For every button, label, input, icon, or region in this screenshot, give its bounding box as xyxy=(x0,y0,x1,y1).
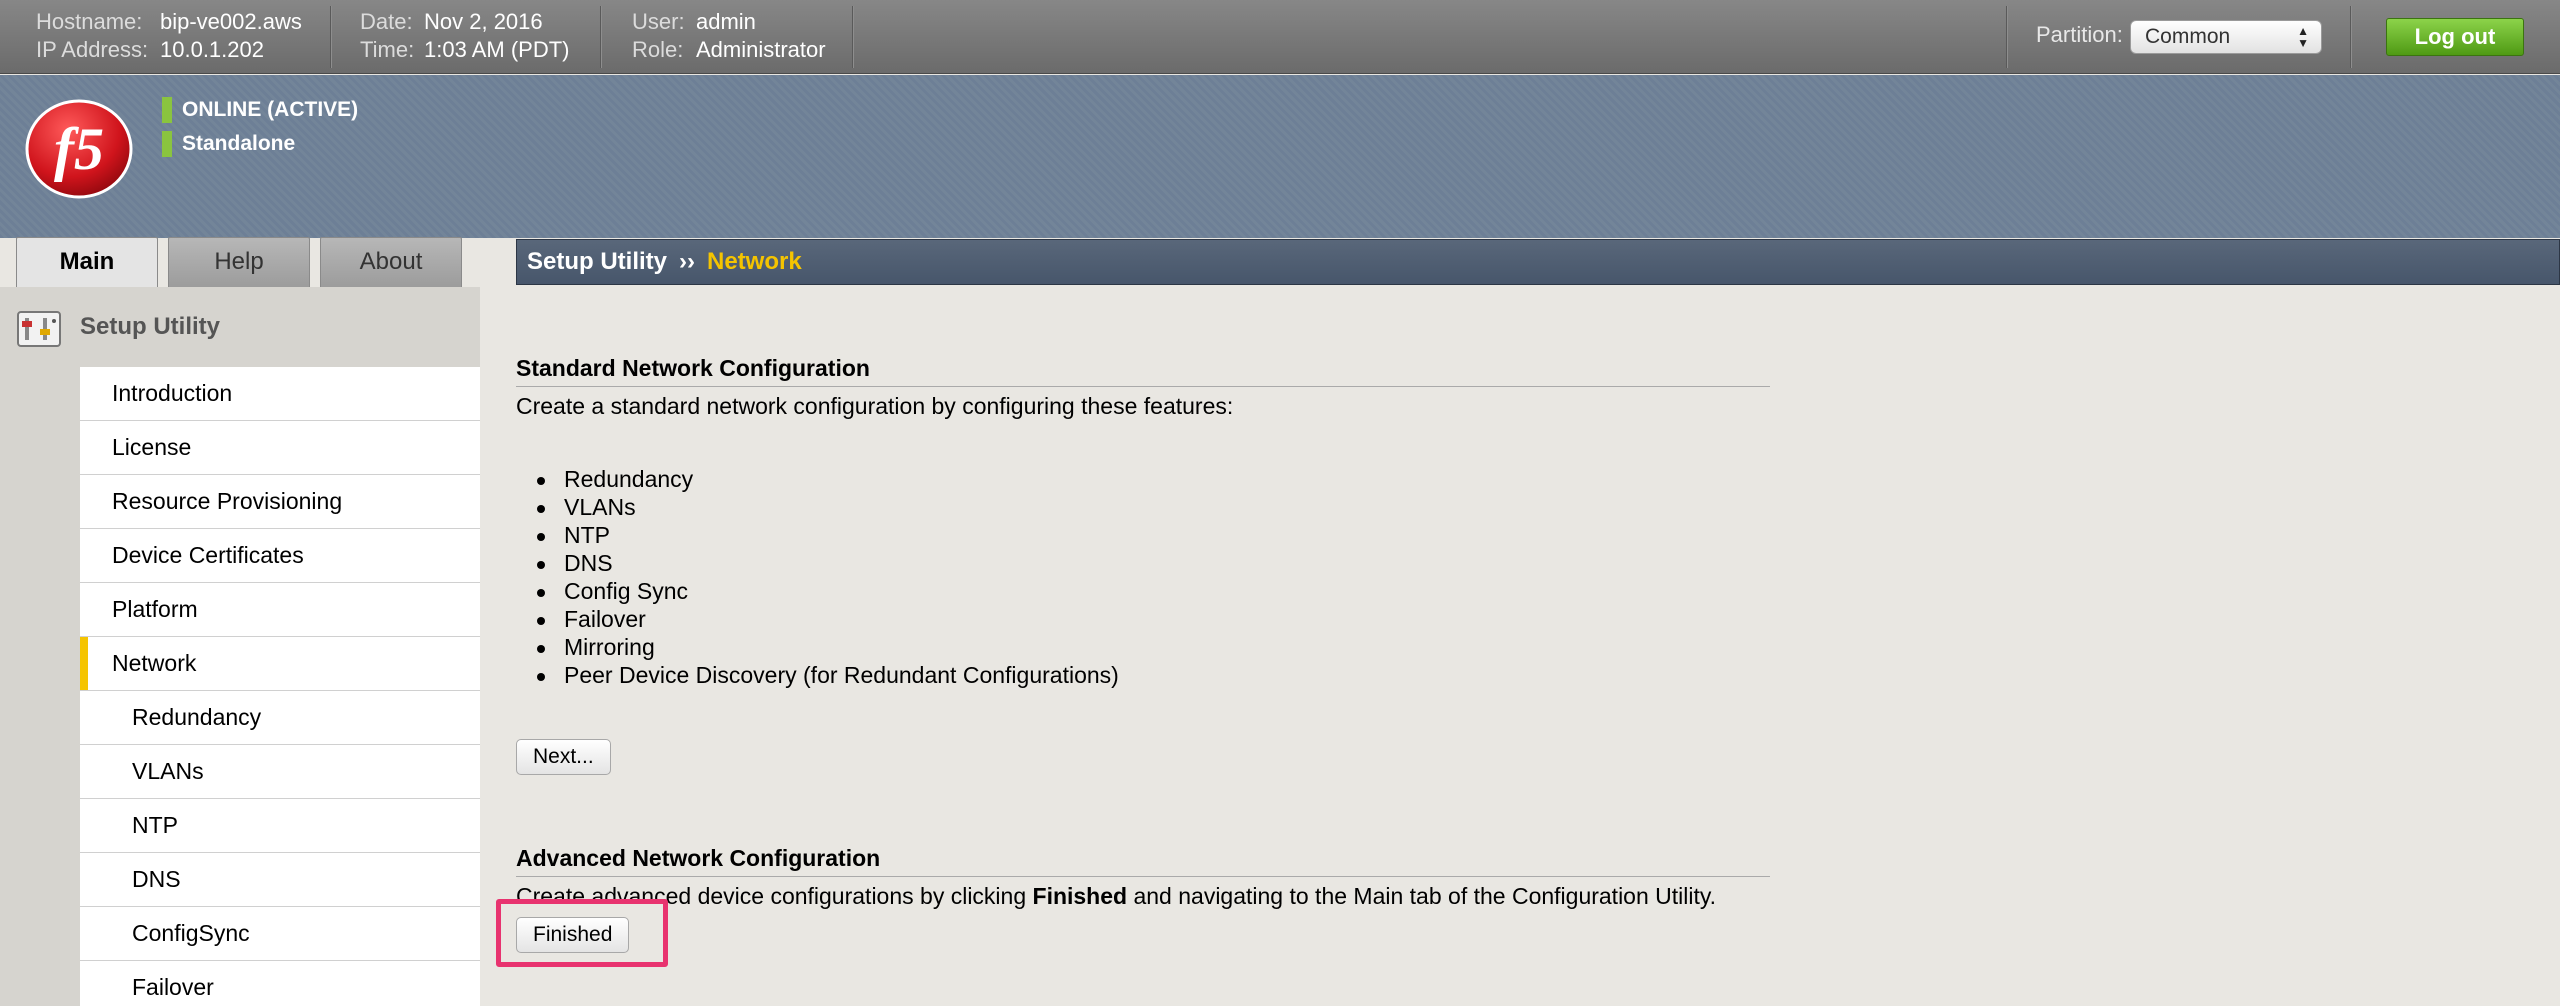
device-mode: Standalone xyxy=(162,131,295,157)
divider xyxy=(600,6,602,68)
list-item: Mirroring xyxy=(537,633,1119,661)
partition-label: Partition: xyxy=(2036,22,2123,47)
role-value: Administrator xyxy=(696,37,826,62)
list-item: Failover xyxy=(537,605,1119,633)
device-status: ONLINE (ACTIVE) xyxy=(162,97,358,123)
list-item: Redundancy xyxy=(537,465,1119,493)
divider xyxy=(2350,6,2352,68)
host-info: Hostname: bip-ve002.aws IP Address: 10.0.1… xyxy=(36,8,302,64)
sidebar-item-introduction[interactable]: Introduction xyxy=(80,367,480,421)
divider xyxy=(2006,6,2008,68)
sidebar-item-dns[interactable]: DNS xyxy=(80,853,480,907)
ip-address-label: IP Address: xyxy=(36,37,149,62)
advanced-desc-bold: Finished xyxy=(1032,883,1128,909)
time-label: Time: xyxy=(360,37,415,62)
partition-select[interactable]: Common ▲ ▼ xyxy=(2130,20,2322,54)
breadcrumb-current: Network xyxy=(707,248,802,275)
advanced-config-title: Advanced Network Configuration xyxy=(516,845,1770,877)
user-value: admin xyxy=(696,9,756,34)
date-value: Nov 2, 2016 xyxy=(424,9,543,34)
logout-button[interactable]: Log out xyxy=(2386,18,2524,56)
highlight-annotation xyxy=(496,899,668,967)
date-label: Date: xyxy=(360,9,413,34)
advanced-desc-text-end: and navigating to the Main tab of the Co… xyxy=(1127,883,1717,909)
sidebar-item-ntp[interactable]: NTP xyxy=(80,799,480,853)
header-banner: f5 ONLINE (ACTIVE) Standalone xyxy=(0,75,2560,238)
divider xyxy=(330,6,332,68)
sidebar: Setup Utility Introduction License Resou… xyxy=(0,287,480,1006)
sidebar-item-vlans[interactable]: VLANs xyxy=(80,745,480,799)
user-label: User: xyxy=(632,9,685,34)
partition-select-value: Common xyxy=(2145,25,2231,48)
setup-utility-icon xyxy=(17,311,61,347)
sidebar-item-license[interactable]: License xyxy=(80,421,480,475)
sidebar-item-network[interactable]: Network xyxy=(80,637,480,691)
sidebar-nav: Introduction License Resource Provisioni… xyxy=(80,367,480,1006)
next-button[interactable]: Next... xyxy=(516,739,611,775)
f5-logo: f5 xyxy=(25,99,133,199)
sidebar-item-platform[interactable]: Platform xyxy=(80,583,480,637)
divider xyxy=(852,6,854,68)
list-item: NTP xyxy=(537,521,1119,549)
list-item: DNS xyxy=(537,549,1119,577)
standard-config-description: Create a standard network configuration … xyxy=(516,393,1234,419)
list-item: Config Sync xyxy=(537,577,1119,605)
tab-help[interactable]: Help xyxy=(168,237,310,287)
sidebar-title: Setup Utility xyxy=(80,313,221,340)
sidebar-item-resource-provisioning[interactable]: Resource Provisioning xyxy=(80,475,480,529)
breadcrumb: Setup Utility ›› Network xyxy=(516,239,2560,285)
list-item: Peer Device Discovery (for Redundant Con… xyxy=(537,662,1119,688)
ip-address-value: 10.0.1.202 xyxy=(160,37,264,62)
feature-list: Redundancy VLANs NTP DNS Config Sync Fai… xyxy=(537,465,1119,689)
main-content: Standard Network Configuration Create a … xyxy=(516,287,2560,1006)
sidebar-item-failover[interactable]: Failover xyxy=(80,961,480,1006)
role-label: Role: xyxy=(632,37,684,62)
sidebar-item-redundancy[interactable]: Redundancy xyxy=(80,691,480,745)
time-value: 1:03 AM (PDT) xyxy=(424,37,570,62)
sidebar-header: Setup Utility xyxy=(0,303,480,353)
sidebar-item-device-certificates[interactable]: Device Certificates xyxy=(80,529,480,583)
standard-config-title: Standard Network Configuration xyxy=(516,355,1770,387)
tab-main[interactable]: Main xyxy=(16,237,158,289)
breadcrumb-root[interactable]: Setup Utility xyxy=(527,248,667,275)
tab-about[interactable]: About xyxy=(320,237,462,287)
hostname-label: Hostname: xyxy=(36,9,143,34)
hostname-value: bip-ve002.aws xyxy=(160,9,302,34)
select-arrows-icon: ▲ ▼ xyxy=(2297,24,2309,50)
breadcrumb-separator: ›› xyxy=(679,248,695,275)
advanced-config-description: Create advanced device configurations by… xyxy=(516,883,1716,910)
list-item: VLANs xyxy=(537,493,1119,521)
logo-text: f5 xyxy=(54,116,104,182)
date-time-info: Date: Nov 2, 2016 Time: 1:03 AM (PDT) xyxy=(360,8,569,64)
sidebar-item-configsync[interactable]: ConfigSync xyxy=(80,907,480,961)
user-info: User: admin Role: Administrator xyxy=(632,8,826,64)
top-info-bar: Hostname: bip-ve002.aws IP Address: 10.0.1… xyxy=(0,0,2560,74)
